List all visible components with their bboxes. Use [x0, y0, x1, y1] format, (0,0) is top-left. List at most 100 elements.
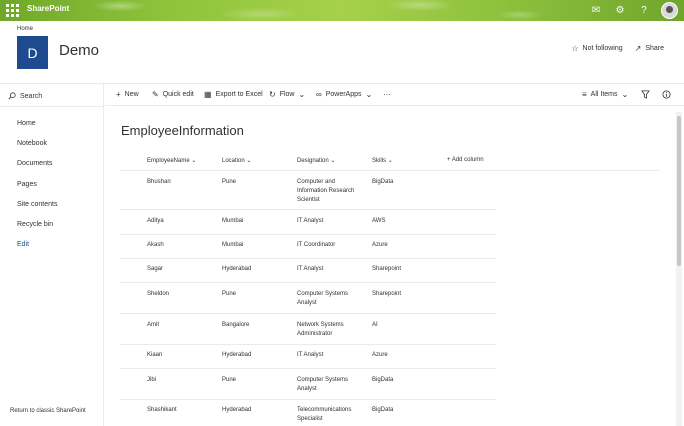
cell-employee-name[interactable]: Kiaan — [147, 351, 162, 360]
gear-icon[interactable]: ⚙ — [613, 3, 627, 19]
more-icon: ··· — [383, 90, 391, 99]
cell-skills: BigData — [372, 179, 394, 185]
site-title[interactable]: Demo — [59, 42, 99, 59]
follow-button[interactable]: ☆ Not following — [571, 44, 622, 53]
cell-skills: BigData — [372, 407, 394, 413]
share-button[interactable]: ↗ Share — [635, 44, 664, 53]
cell-designation: IT Coordinator — [297, 242, 336, 248]
search-icon — [8, 92, 16, 100]
quick-edit-button[interactable]: ✎ Quick edit — [152, 90, 194, 99]
column-header-skills[interactable]: Skills ⌄ — [372, 157, 393, 164]
cell-employee-name[interactable]: Shashikant — [147, 406, 177, 415]
cell-employee-name[interactable]: Sagar — [147, 265, 163, 274]
cell-location: Mumbai — [222, 242, 244, 248]
new-button[interactable]: + New — [116, 90, 139, 99]
view-list-icon: ≡ — [582, 90, 587, 99]
row-divider — [120, 313, 496, 314]
pencil-icon: ✎ — [152, 90, 159, 99]
cell-designation: IT Analyst — [297, 218, 324, 224]
list-title: EmployeeInformation — [121, 123, 244, 138]
powerapps-button[interactable]: ∞ PowerApps ⌄ — [316, 90, 372, 99]
view-selector[interactable]: ≡ All Items ⌄ — [582, 90, 628, 99]
cell-skills: Sharepoint — [372, 266, 402, 272]
scrollbar-thumb[interactable] — [677, 116, 681, 266]
chevron-down-icon: ⌄ — [330, 158, 336, 164]
cell-location: Mumbai — [222, 218, 244, 224]
bell-icon[interactable]: ✉ — [589, 3, 603, 19]
cell-employee-name[interactable]: Bhushan — [147, 178, 171, 187]
cell-designation: Computer Systems Analyst — [297, 377, 349, 392]
nav-item-pages[interactable]: Pages — [17, 181, 37, 188]
cell-location: Hyderabad — [222, 407, 252, 413]
cell-skills: BigData — [372, 377, 394, 383]
cell-employee-name[interactable]: Akash — [147, 241, 164, 250]
cell-skills: AWS — [372, 218, 386, 224]
cell-skills: AI — [372, 322, 378, 328]
export-excel-button[interactable]: ▦ Export to Excel — [204, 90, 263, 99]
breadcrumb[interactable]: Home — [17, 26, 33, 32]
app-launcher-icon[interactable] — [6, 4, 19, 17]
cell-location: Hyderabad — [222, 352, 252, 358]
search-box[interactable]: Search — [8, 92, 42, 100]
row-divider — [120, 258, 496, 259]
header-row-divider — [120, 170, 660, 171]
nav-edit-link[interactable]: Edit — [17, 241, 29, 248]
cell-designation: Telecommunications Specialist — [297, 407, 352, 422]
chevron-down-icon: ⌄ — [365, 90, 373, 99]
info-icon — [662, 90, 671, 99]
cell-location: Hyderabad — [222, 266, 252, 272]
nav-item-recycle-bin[interactable]: Recycle bin — [17, 221, 53, 228]
info-button[interactable] — [662, 90, 671, 99]
cell-designation: IT Analyst — [297, 266, 324, 272]
column-header-designation[interactable]: Designation ⌄ — [297, 157, 335, 164]
nav-item-notebook[interactable]: Notebook — [17, 140, 47, 147]
vertical-scrollbar[interactable] — [676, 112, 682, 426]
flow-label: Flow — [279, 91, 295, 98]
cell-employee-name[interactable]: Amit — [147, 321, 159, 330]
cell-skills: Azure — [372, 242, 388, 248]
cell-skills: Sharepoint — [372, 291, 402, 297]
command-bar: + New ✎ Quick edit ▦ Export to Excel ↻ F… — [105, 84, 684, 106]
column-header-employeename[interactable]: EmployeeName ⌄ — [147, 157, 196, 164]
plus-icon: + — [116, 90, 121, 99]
follow-label: Not following — [582, 45, 623, 52]
nav-item-home[interactable]: Home — [17, 120, 36, 127]
row-divider — [120, 234, 496, 235]
left-nav: Search Home Notebook Documents Pages Sit… — [0, 84, 104, 426]
add-column-button[interactable]: + Add column — [447, 157, 484, 163]
view-label: All Items — [590, 91, 618, 98]
return-classic-link[interactable]: Return to classic SharePoint — [10, 408, 86, 414]
cell-employee-name[interactable]: Aditya — [147, 217, 164, 226]
column-header-label: Designation — [297, 158, 329, 164]
flow-button[interactable]: ↻ Flow ⌄ — [269, 90, 305, 99]
nav-item-documents[interactable]: Documents — [17, 160, 52, 167]
column-header-label: EmployeeName — [147, 158, 190, 164]
flow-icon: ↻ — [269, 90, 276, 99]
column-header-location[interactable]: Location ⌄ — [222, 157, 251, 164]
powerapps-label: PowerApps — [325, 91, 362, 98]
cell-employee-name[interactable]: Sheldon — [147, 290, 169, 299]
row-divider — [120, 399, 496, 400]
cell-employee-name[interactable]: Jibi — [147, 376, 156, 385]
cell-designation: Computer Systems Analyst — [297, 291, 349, 306]
column-header-label: Location — [222, 158, 245, 164]
site-logo[interactable]: D — [17, 36, 48, 69]
suite-bar: SharePoint ✉ ⚙ ? — [0, 0, 684, 21]
search-label: Search — [20, 92, 43, 100]
share-label: Share — [645, 45, 664, 52]
more-button[interactable]: ··· — [383, 90, 391, 99]
filter-button[interactable] — [641, 90, 650, 99]
avatar[interactable] — [661, 2, 678, 19]
share-icon: ↗ — [634, 44, 642, 53]
chevron-down-icon: ⌄ — [298, 90, 306, 99]
search-divider — [0, 106, 104, 107]
column-header-label: Skills — [372, 158, 387, 164]
quick-edit-label: Quick edit — [162, 91, 194, 98]
cell-designation: IT Analyst — [297, 352, 324, 358]
app-name[interactable]: SharePoint — [27, 4, 69, 13]
nav-item-site-contents[interactable]: Site contents — [17, 201, 57, 208]
star-icon: ☆ — [571, 44, 579, 53]
help-icon[interactable]: ? — [637, 3, 651, 19]
cell-location: Bangalore — [222, 322, 250, 328]
new-label: New — [124, 91, 139, 98]
